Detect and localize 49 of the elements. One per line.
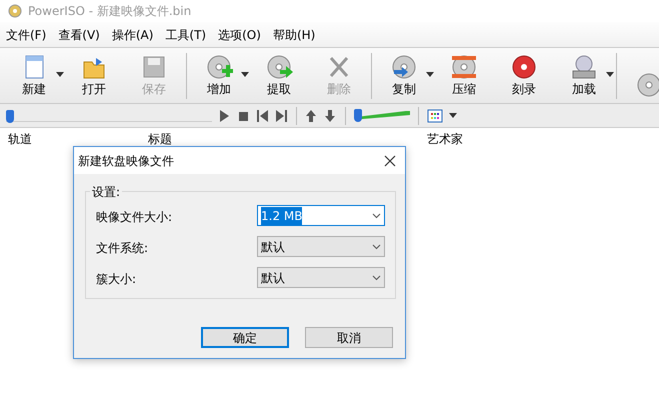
field-label: 文件系统: (96, 240, 148, 257)
play-icon (218, 108, 231, 122)
dialog-button[interactable]: 取消 (305, 327, 393, 348)
disc-copy-icon (390, 54, 418, 80)
dialog-button[interactable]: 确定 (201, 327, 289, 348)
menu-item[interactable]: 查看(V) (52, 26, 106, 44)
dropdown-field[interactable]: 1.2 MB (257, 205, 385, 226)
toolbar-button[interactable]: 刻录 (494, 50, 554, 102)
caret-icon (606, 72, 614, 76)
menu-item[interactable]: 文件(F) (0, 26, 52, 44)
toolbar-button[interactable]: 提取 (249, 50, 309, 102)
chevron-icon (372, 244, 381, 250)
volume-slider-thumb[interactable] (354, 108, 362, 122)
dropdown-field[interactable]: 默认 (257, 267, 385, 288)
toolbar-button[interactable]: 压缩 (434, 50, 494, 102)
dropdown-field[interactable]: 默认 (257, 236, 385, 257)
caret-icon (449, 113, 457, 118)
toolbar-button[interactable]: 加载 (554, 50, 614, 102)
caret-icon (426, 72, 434, 76)
field-label: 映像文件大小: (96, 209, 172, 226)
dialog-title: 新建软盘映像文件 (78, 152, 174, 170)
view-grid-icon (427, 108, 443, 122)
toolbar-button[interactable]: 复制 (374, 50, 434, 102)
chevron-icon (372, 212, 381, 218)
app-icon (8, 4, 22, 18)
caret-icon (241, 72, 249, 76)
seek-slider-thumb[interactable] (6, 110, 14, 122)
chevron-icon (372, 274, 381, 280)
field-label: 簇大小: (96, 271, 136, 288)
previous-icon (256, 108, 269, 122)
menu-item[interactable]: 选项(O) (212, 26, 267, 44)
toolbar-button[interactable]: 新建 (4, 50, 64, 102)
next-icon (275, 108, 288, 122)
menu-item[interactable]: 帮助(H) (266, 26, 322, 44)
window-title: PowerISO - 新建映像文件.bin (28, 3, 192, 20)
volume-slider[interactable] (354, 108, 410, 122)
caret-icon (56, 72, 64, 76)
column-header[interactable]: 轨道 (8, 130, 32, 148)
up-arrow-icon (305, 108, 318, 122)
toolbar-button[interactable]: 增加 (189, 50, 249, 102)
menu-item[interactable]: 工具(T) (159, 26, 212, 44)
disc-clamp-icon (450, 54, 478, 80)
down-arrow-icon (324, 108, 337, 122)
menu-item[interactable]: 操作(A) (106, 26, 160, 44)
column-header[interactable]: 艺术家 (427, 130, 463, 148)
toolbar-button[interactable]: 打开 (64, 50, 124, 102)
disc-drive-icon (570, 54, 598, 80)
disc-plus-icon (205, 54, 233, 80)
column-header[interactable]: 标题 (148, 130, 172, 148)
